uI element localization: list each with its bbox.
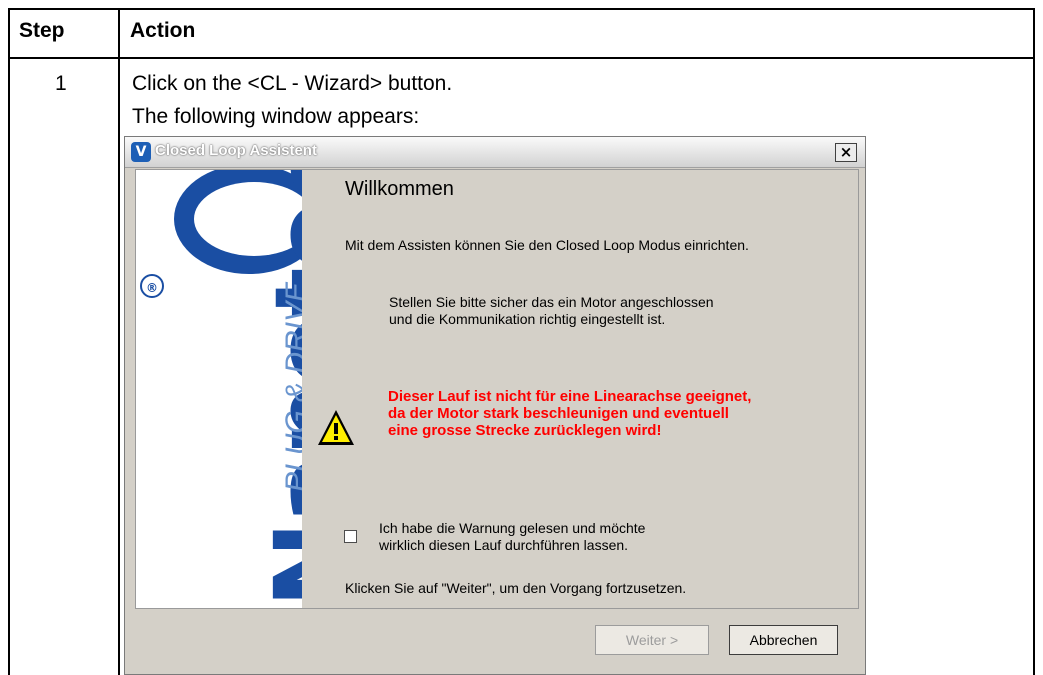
header-step: Step [19, 19, 65, 42]
dialog-titlebar[interactable]: V Closed Loop Assistent × [125, 137, 865, 168]
warning-line-1: Dieser Lauf ist nicht für eine Linearach… [388, 388, 752, 405]
closed-loop-dialog: V Closed Loop Assistent × ® Nanotec PLUG… [124, 136, 866, 675]
confirm-checkbox[interactable] [344, 530, 357, 543]
check-line-1: Stellen Sie bitte sicher das ein Motor a… [389, 294, 714, 310]
brand-tagline: PLUG & DRIVE [280, 281, 302, 492]
dialog-title: Closed Loop Assistent [155, 142, 317, 159]
app-icon: V [131, 142, 151, 162]
result-text: The following window appears: [132, 105, 420, 128]
table-header-border [8, 57, 1035, 59]
confirm-line-2[interactable]: wirklich diesen Lauf durchführen lassen. [379, 537, 628, 553]
brand-banner: ® Nanotec PLUG & DRIVE [136, 170, 302, 608]
confirm-line-1[interactable]: Ich habe die Warnung gelesen und möchte [379, 520, 645, 536]
cancel-button[interactable]: Abbrechen [729, 625, 838, 655]
registered-mark: ® [140, 274, 164, 298]
intro-text: Mit dem Assisten können Sie den Closed L… [345, 237, 749, 253]
next-button[interactable]: Weiter > [595, 625, 709, 655]
table-top-border [8, 8, 1035, 10]
wizard-panel: ® Nanotec PLUG & DRIVE Willkommen Mit de… [135, 169, 859, 609]
table-column-divider [118, 8, 120, 675]
warning-line-2: da der Motor stark beschleunigen und eve… [388, 405, 729, 422]
continue-hint: Klicken Sie auf "Weiter", um den Vorgang… [345, 580, 687, 596]
warning-line-3: eine grosse Strecke zurücklegen wird! [388, 422, 662, 439]
table-right-border [1033, 8, 1035, 675]
warning-triangle-icon [318, 410, 354, 445]
check-line-2: und die Kommunikation richtig eingestell… [389, 311, 666, 327]
close-button[interactable]: × [835, 143, 857, 162]
header-action: Action [130, 19, 196, 42]
table-left-border [8, 8, 10, 675]
warning-text: Dieser Lauf ist nicht für eine Linearach… [388, 388, 751, 439]
welcome-heading: Willkommen [345, 178, 454, 200]
step-number: 1 [55, 72, 67, 95]
instruction-text: Click on the <CL - Wizard> button. [132, 72, 453, 95]
